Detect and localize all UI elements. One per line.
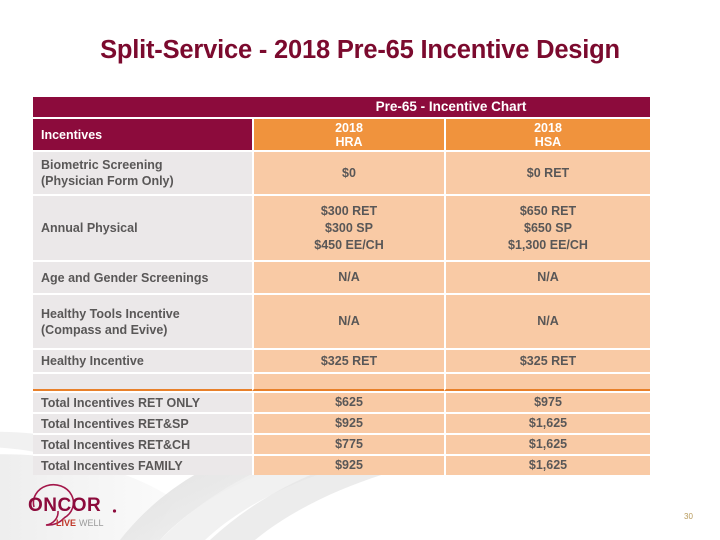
row-value-hsa-line1: $325 RET: [519, 353, 577, 368]
row-value-hsa-line2: $650 SP: [524, 220, 572, 235]
row-value-hsa: $325 RET: [444, 348, 650, 372]
oncor-wordmark: ONCOR: [28, 495, 101, 516]
row-value-hra: $300 RET $300 SP $450 EE/CH: [252, 194, 444, 260]
spacer-label-cell: [33, 372, 252, 391]
row-value-hsa: $650 RET $650 SP $1,300 EE/CH: [444, 194, 650, 260]
row-value-hra-line1: $325 RET: [320, 353, 378, 368]
row-value-hra: N/A: [252, 260, 444, 293]
table-row: Annual Physical $300 RET $300 SP $450 EE…: [33, 194, 650, 260]
table-header-row: Incentives 2018 HRA 2018 HSA: [33, 117, 650, 150]
page-title: Split-Service - 2018 Pre-65 Incentive De…: [100, 36, 620, 64]
row-value-hsa: N/A: [444, 293, 650, 348]
table-total-row: Total Incentives RET&SP $925 $1,625: [33, 412, 650, 433]
row-value-hra-line3: $450 EE/CH: [314, 237, 384, 252]
row-label-line1: Healthy Incentive: [41, 354, 144, 368]
row-value-hra-line1: $300 RET: [320, 203, 378, 218]
total-row-label: Total Incentives RET ONLY: [33, 391, 252, 412]
column-header-hra: 2018 HRA: [252, 117, 444, 150]
table-row: Age and Gender Screenings N/A N/A: [33, 260, 650, 293]
total-row-label: Total Incentives RET&CH: [33, 433, 252, 454]
table-row: Healthy Tools Incentive (Compass and Evi…: [33, 293, 650, 348]
row-label-line1: Age and Gender Screenings: [41, 270, 209, 285]
row-value-hra-line1: $0: [342, 165, 356, 180]
row-label: Healthy Incentive: [33, 348, 252, 372]
column-header-hsa: 2018 HSA: [444, 117, 650, 150]
total-row-hsa: $1,625: [444, 454, 650, 475]
table-total-row: Total Incentives FAMILY $925 $1,625: [33, 454, 650, 475]
column-header-hsa-plan: HSA: [534, 134, 562, 149]
column-header-hsa-year: 2018: [534, 120, 562, 135]
table-banner-row: Pre-65 - Incentive Chart: [33, 97, 650, 117]
row-label-line1: Biometric Screening: [41, 158, 163, 172]
page-number: 30: [684, 512, 693, 521]
row-label-line2: (Physician Form Only): [41, 174, 174, 188]
table-banner-title: Pre-65 - Incentive Chart: [252, 97, 650, 117]
banner-spacer: [33, 97, 252, 117]
total-row-hra: $925: [252, 412, 444, 433]
row-value-hsa: N/A: [444, 260, 650, 293]
row-label: Age and Gender Screenings: [33, 260, 252, 293]
column-header-incentives: Incentives: [33, 117, 252, 150]
spacer-hra-cell: [252, 372, 444, 391]
table-spacer-row: [33, 372, 650, 391]
total-row-hsa: $975: [444, 391, 650, 412]
oncor-logo: ONCOR LIVE WELL: [28, 483, 117, 528]
row-value-hra-line1: N/A: [338, 314, 360, 328]
total-row-label: Total Incentives RET&SP: [33, 412, 252, 433]
table-total-row: Total Incentives RET&CH $775 $1,625: [33, 433, 650, 454]
column-header-hra-plan: HRA: [335, 134, 363, 149]
total-row-hra: $925: [252, 454, 444, 475]
row-value-hsa-line3: $1,300 EE/CH: [508, 237, 588, 252]
spacer-hsa-cell: [444, 372, 650, 391]
row-value-hra: N/A: [252, 293, 444, 348]
total-row-hra: $775: [252, 433, 444, 454]
row-value-hsa-line1: $650 RET: [519, 203, 577, 218]
total-row-hsa: $1,625: [444, 433, 650, 454]
table-total-row: Total Incentives RET ONLY $625 $975: [33, 391, 650, 412]
row-value-hsa-line1: N/A: [537, 314, 559, 328]
row-value-hsa-line1: $0 RET: [526, 165, 570, 180]
row-value-hsa-line1: N/A: [537, 270, 559, 284]
row-value-hsa: $0 RET: [444, 150, 650, 194]
row-label: Annual Physical: [33, 194, 252, 260]
table-row: Healthy Incentive $325 RET $325 RET: [33, 348, 650, 372]
column-header-hra-year: 2018: [335, 120, 363, 135]
row-label-line1: Healthy Tools Incentive: [41, 306, 180, 321]
total-row-hsa: $1,625: [444, 412, 650, 433]
row-label: Biometric Screening (Physician Form Only…: [33, 150, 252, 194]
incentive-chart-table: Pre-65 - Incentive Chart Incentives 2018…: [33, 97, 650, 475]
row-label: Healthy Tools Incentive (Compass and Evi…: [33, 293, 252, 348]
total-row-label: Total Incentives FAMILY: [33, 454, 252, 475]
oncor-tagline-well: WELL: [79, 518, 104, 528]
table-row: Biometric Screening (Physician Form Only…: [33, 150, 650, 194]
row-value-hra-line1: N/A: [338, 270, 360, 284]
total-row-hra: $625: [252, 391, 444, 412]
oncor-tagline-live: LIVE: [56, 518, 76, 528]
row-value-hra: $325 RET: [252, 348, 444, 372]
row-label-line2: (Compass and Evive): [41, 322, 168, 337]
row-value-hra-line2: $300 SP: [325, 220, 373, 235]
row-value-hra: $0: [252, 150, 444, 194]
row-label-line1: Annual Physical: [41, 221, 138, 235]
